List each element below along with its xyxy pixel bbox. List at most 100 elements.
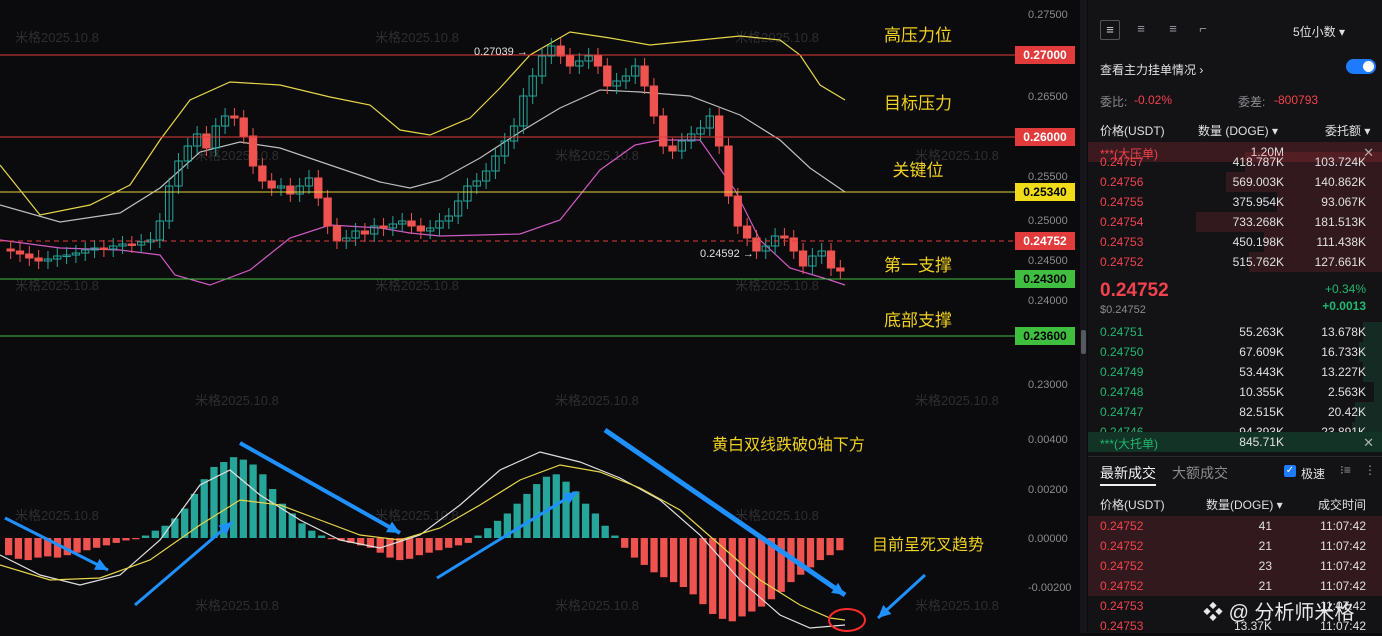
ask-price: 0.24755 [1100, 195, 1144, 209]
watermark-text: 米格2025.10.8 [735, 278, 819, 293]
change-absolute: +0.0013 [1322, 299, 1366, 313]
level-price-text: 0.27000 [1023, 48, 1067, 62]
decimals-select[interactable]: 5位小数 ▾ [1293, 23, 1345, 40]
macd-bar-positive [474, 535, 482, 538]
trade-row: 0.24752 23 11:07:42 [1088, 556, 1382, 576]
bid-price: 0.24747 [1100, 405, 1144, 419]
ask-row[interactable]: 0.24757 418.787K 103.724K [1088, 152, 1382, 172]
chart-scrollbar[interactable] [1080, 0, 1087, 633]
expand-icon[interactable]: ⌐ [1194, 20, 1212, 38]
low-price-marker: 0.24592 → [700, 248, 754, 260]
layout-bids-icon[interactable]: ≡ [1132, 20, 1150, 38]
candle-down [379, 225, 388, 229]
ask-row[interactable]: 0.24754 733.268K 181.513K [1088, 212, 1382, 232]
more-icon[interactable]: ⋮ [1364, 463, 1376, 477]
ask-row[interactable]: 0.24755 375.954K 93.067K [1088, 192, 1382, 212]
col-header-price: 价格(USDT) [1100, 124, 1165, 138]
chart-scroll-thumb[interactable] [1081, 330, 1086, 354]
macd-bar-negative [826, 538, 834, 556]
big-bid-row[interactable]: ***(大托单) 845.71K ✕ [1088, 432, 1382, 452]
macd-bar-positive [611, 535, 619, 538]
big-bid-value: 845.71K [1239, 435, 1284, 449]
macd-bar-negative [24, 538, 32, 561]
trade-row: 0.24752 21 11:07:42 [1088, 536, 1382, 556]
fast-mode-checkbox[interactable]: ✓ [1284, 465, 1296, 477]
bid-row[interactable]: 0.24750 67.609K 16.733K [1088, 342, 1382, 362]
ask-total: 181.513K [1314, 215, 1366, 229]
macd-bar-positive [493, 520, 502, 538]
candle-down [565, 55, 575, 67]
bid-qty: 10.355K [1239, 385, 1284, 399]
bid-row[interactable]: 0.24749 53.443K 13.227K [1088, 362, 1382, 382]
macd-bar-negative [660, 538, 668, 578]
bid-total: 13.227K [1321, 365, 1366, 379]
macd-bar-negative [836, 538, 844, 551]
macd-bar-positive [298, 523, 306, 538]
macd-bar-negative [376, 538, 384, 553]
trade-price: 0.24752 [1100, 539, 1144, 553]
macd-bar-positive [513, 503, 521, 538]
last-price-usd: $0.24752 [1100, 304, 1146, 316]
macd-bar-negative [93, 538, 101, 548]
change-percent: +0.34% [1324, 282, 1366, 296]
candle-down [733, 195, 742, 227]
macd-bar-negative [738, 538, 746, 617]
depth-bar [1374, 382, 1382, 402]
watermark-text: 米格2025.10.8 [375, 30, 459, 45]
ask-qty: 569.003K [1232, 175, 1284, 189]
layout-both-icon[interactable]: ≡ [1100, 20, 1120, 40]
macd-bar-positive [581, 503, 590, 538]
macd-bar-positive [239, 459, 247, 538]
close-icon[interactable]: ✕ [1363, 435, 1374, 451]
bid-row[interactable]: 0.24751 55.263K 13.678K [1088, 322, 1382, 342]
col-header-total[interactable]: 委托额 ▾ [1325, 122, 1370, 139]
col-qty-label: 数量 (DOGE) [1198, 124, 1269, 138]
order-watch-link[interactable]: 查看主力挂单情况 › [1100, 61, 1203, 78]
macd-bar-positive [562, 481, 570, 538]
ask-row[interactable]: 0.24756 569.003K 140.862K [1088, 172, 1382, 192]
ask-total: 140.862K [1314, 175, 1366, 189]
layout-asks-icon[interactable]: ≡ [1164, 20, 1182, 38]
macd-bar-negative [53, 538, 62, 558]
trade-time: 11:07:42 [1320, 539, 1366, 553]
bid-qty: 82.515K [1239, 405, 1284, 419]
tab-big-trades[interactable]: 大额成交 [1172, 463, 1228, 483]
col-header-qty[interactable]: 数量 (DOGE) ▾ [1198, 122, 1278, 139]
watermark-text: 米格2025.10.8 [735, 508, 819, 523]
ask-row[interactable]: 0.24752 515.762K 127.661K [1088, 252, 1382, 272]
trade-row: 0.24752 21 11:07:42 [1088, 576, 1382, 596]
candle-down [99, 247, 109, 250]
watermark-text: 米格2025.10.8 [15, 30, 99, 45]
weibi-label: 委比: [1100, 95, 1128, 109]
price-chart[interactable]: 米格2025.10.8 米格2025.10.8 米格2025.10.8 米格2025.… [0, 0, 1086, 633]
macd-bar-negative [454, 538, 463, 546]
trade-col-qty[interactable]: 数量(DOGE) ▾ [1206, 496, 1283, 513]
level-label: 底部支撑 [884, 311, 952, 330]
level-label: 关键位 [893, 161, 944, 180]
candle-down [286, 185, 295, 195]
trade-qty: 21 [1258, 579, 1272, 593]
watermark-text: 米格2025.10.8 [735, 30, 819, 45]
ask-price: 0.24752 [1100, 255, 1144, 269]
macd-bar-positive [542, 476, 551, 538]
bid-row[interactable]: 0.24747 82.515K 20.42K [1088, 402, 1382, 422]
candlestick-chart-svg[interactable]: 米格2025.10.8 米格2025.10.8 米格2025.10.8 米格2025.… [0, 0, 1086, 633]
macd-bar-negative [669, 538, 678, 583]
macd-axis-tick: 0.00000 [1028, 533, 1068, 545]
candle-down [202, 133, 211, 149]
watermark-text: 米格2025.10.8 [15, 508, 99, 523]
trade-price: 0.24753 [1100, 619, 1144, 633]
bid-row[interactable]: 0.24748 10.355K 2.563K [1088, 382, 1382, 402]
bid-qty: 53.443K [1239, 365, 1284, 379]
macd-bar-negative [816, 538, 824, 561]
filter-icon[interactable]: ⁝≡ [1340, 463, 1351, 477]
tab-latest-trades[interactable]: 最新成交 [1100, 463, 1156, 483]
candle-down [323, 197, 332, 227]
order-watch-toggle[interactable] [1346, 59, 1376, 74]
macd-bar-negative [464, 538, 472, 543]
candle-down [258, 165, 267, 182]
price-axis-tick: 0.27500 [1028, 9, 1068, 21]
bid-total: 2.563K [1327, 385, 1366, 399]
last-price: 0.24752 [1100, 280, 1169, 301]
ask-row[interactable]: 0.24753 450.198K 111.438K [1088, 232, 1382, 252]
